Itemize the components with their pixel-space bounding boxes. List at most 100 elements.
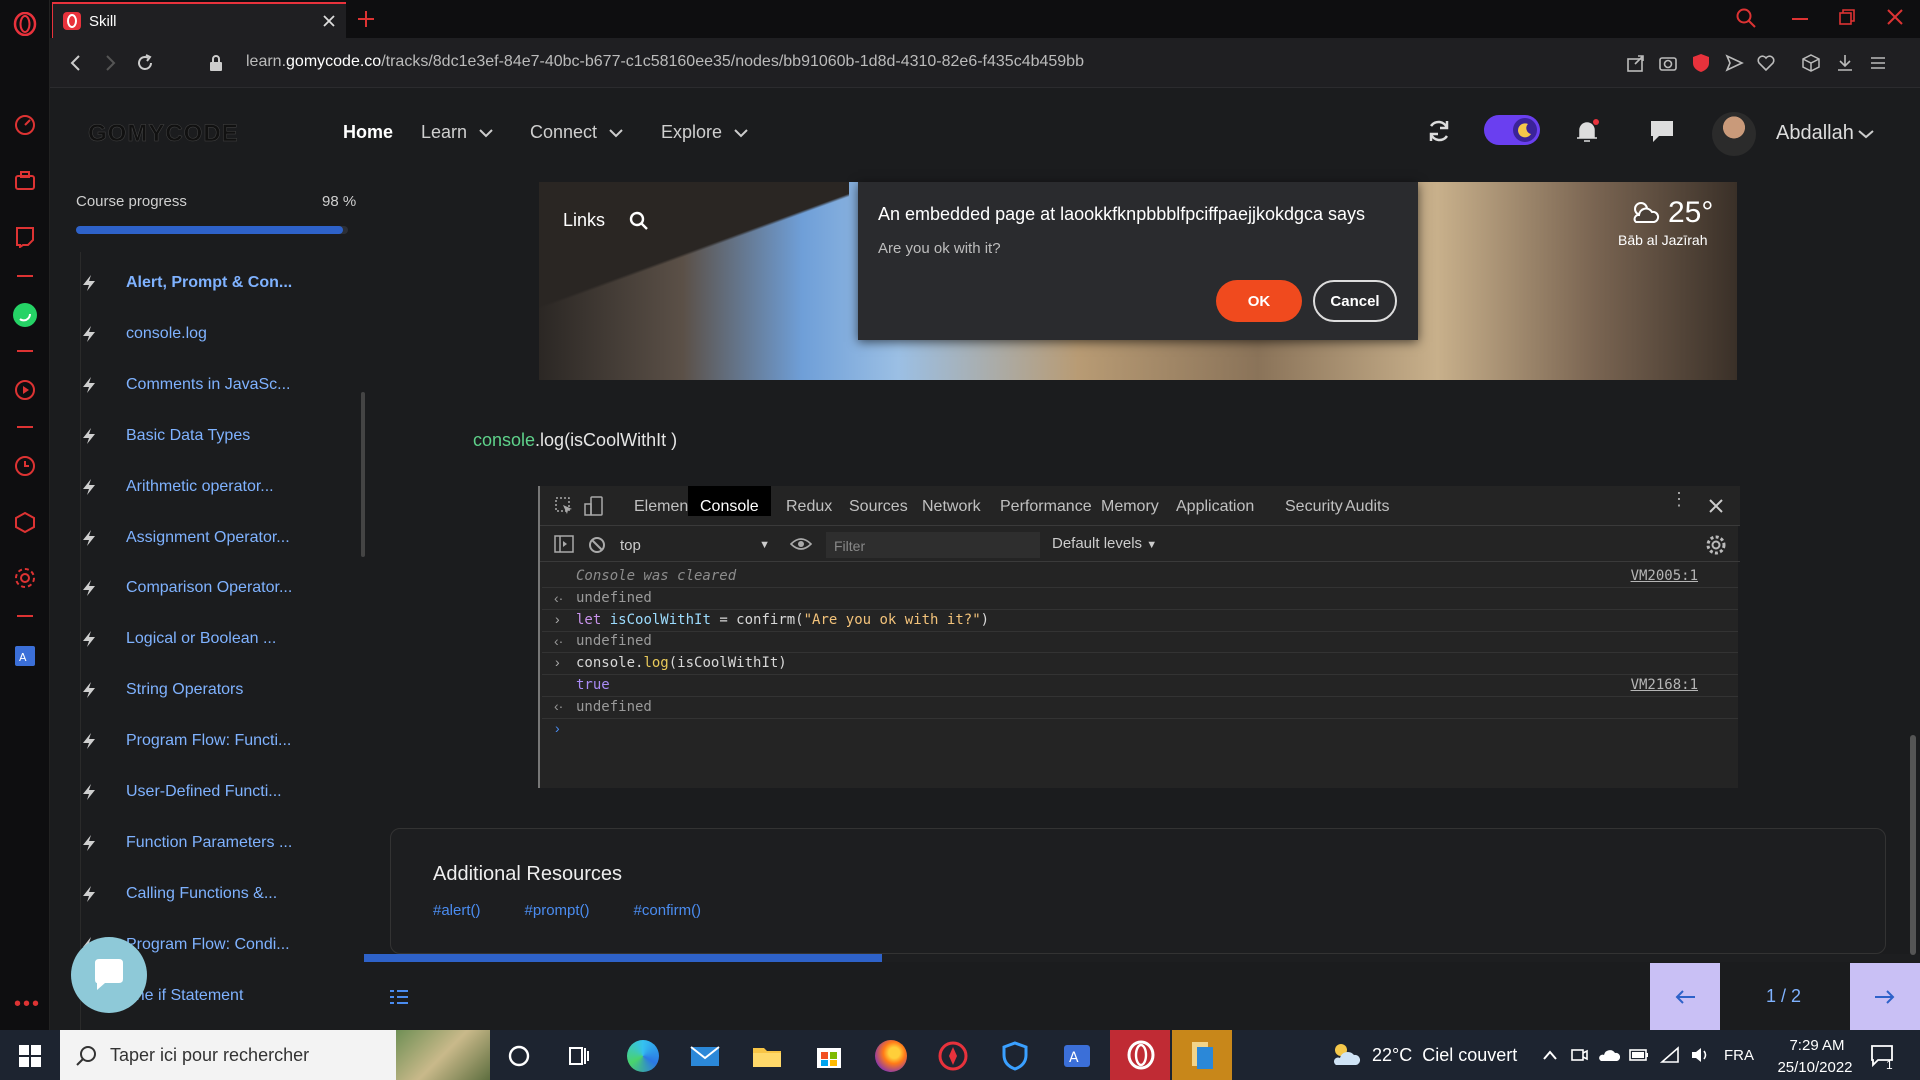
log-levels-select[interactable]: Default levels ▼ <box>1052 535 1157 552</box>
file-explorer-icon[interactable] <box>751 1040 783 1072</box>
taskbar-search-box[interactable]: Taper ici pour rechercher <box>60 1030 490 1080</box>
devtools-menu-icon[interactable]: ⋮ <box>1670 490 1688 508</box>
devtools-tab[interactable]: Network <box>922 498 981 516</box>
close-tab-icon[interactable] <box>322 14 336 28</box>
console-source-link[interactable]: VM2005:1 <box>1631 568 1698 584</box>
history-icon[interactable] <box>14 455 36 477</box>
clock-time[interactable]: 7:29 AM <box>1782 1037 1852 1054</box>
task-view-icon[interactable] <box>567 1044 591 1068</box>
resource-tag-link[interactable]: #alert() <box>433 902 481 919</box>
lesson-item[interactable]: Function Parameters ... <box>80 823 292 863</box>
lesson-item[interactable]: Program Flow: Functi... <box>80 721 291 761</box>
lesson-item[interactable]: Arithmetic operator... <box>80 467 274 507</box>
file-explorer-window-active[interactable] <box>1172 1030 1232 1080</box>
battery-icon[interactable] <box>1629 1047 1649 1063</box>
wifi-icon[interactable] <box>1660 1046 1680 1064</box>
taskbar-weather[interactable]: 22°C Ciel couvert <box>1372 1045 1517 1066</box>
lesson-item[interactable]: Alert, Prompt & Con... <box>80 263 292 303</box>
nav-home[interactable]: Home <box>343 122 393 143</box>
reload-icon[interactable] <box>134 52 156 74</box>
clear-console-icon[interactable] <box>588 536 606 554</box>
opera-taskbar-active[interactable] <box>1110 1030 1170 1080</box>
workspace-icon[interactable] <box>14 170 36 192</box>
dark-mode-toggle[interactable] <box>1484 115 1540 145</box>
mail-icon[interactable] <box>689 1040 721 1072</box>
more-icon[interactable]: ••• <box>14 993 41 1016</box>
nav-learn[interactable]: Learn <box>421 122 493 143</box>
lesson-item[interactable]: User-Defined Functi... <box>80 772 282 812</box>
search-tabs-icon[interactable] <box>1735 7 1757 29</box>
twitch-icon[interactable] <box>14 226 36 248</box>
devtools-close-icon[interactable] <box>1708 498 1724 514</box>
cancel-button[interactable]: Cancel <box>1313 280 1397 322</box>
meet-now-icon[interactable] <box>1570 1045 1588 1065</box>
page-scrollbar[interactable] <box>1910 735 1916 955</box>
cortana-icon[interactable] <box>507 1044 531 1068</box>
devtools-tab[interactable]: Console <box>688 486 771 516</box>
tab-skill[interactable]: Skill <box>52 2 346 38</box>
devtools-tab[interactable]: Performance <box>1000 498 1092 516</box>
lesson-item[interactable]: Comparison Operator... <box>80 568 292 608</box>
lesson-item[interactable]: Calling Functions &... <box>80 874 277 914</box>
avatar[interactable] <box>1712 112 1756 156</box>
microsoft-store-icon[interactable] <box>813 1040 845 1072</box>
devtools-tab[interactable]: Memory <box>1101 498 1159 516</box>
lock-icon[interactable] <box>208 53 224 73</box>
new-tab-plus-icon[interactable] <box>355 8 377 30</box>
clock-date[interactable]: 25/10/2022 <box>1770 1059 1860 1076</box>
antivirus-icon[interactable] <box>937 1040 969 1072</box>
lesson-item[interactable]: Assignment Operator... <box>80 518 290 558</box>
search-icon[interactable] <box>629 211 649 231</box>
download-icon[interactable] <box>1835 53 1855 73</box>
devtools-tab[interactable]: Application <box>1176 498 1254 516</box>
resource-tag-link[interactable]: #confirm() <box>634 902 702 919</box>
console-input-line[interactable]: let isCoolWithIt = confirm("Are you ok w… <box>576 612 989 628</box>
context-select[interactable]: top ▼ <box>620 534 770 556</box>
nav-connect[interactable]: Connect <box>530 122 623 143</box>
defender-shield-icon[interactable] <box>999 1040 1031 1072</box>
share-icon[interactable] <box>1626 53 1646 73</box>
nav-explore[interactable]: Explore <box>661 122 748 143</box>
back-icon[interactable] <box>66 53 86 73</box>
edge-icon[interactable] <box>627 1040 659 1072</box>
console-prompt-icon[interactable]: › <box>555 720 560 736</box>
easy-setup-icon[interactable] <box>1868 53 1888 73</box>
player-icon[interactable] <box>14 379 36 401</box>
lesson-item[interactable]: Logical or Boolean ... <box>80 619 276 659</box>
heart-icon[interactable] <box>1756 53 1776 73</box>
extensions-icon[interactable] <box>14 511 36 533</box>
live-expression-eye-icon[interactable] <box>790 536 812 552</box>
sync-icon[interactable] <box>1425 117 1453 145</box>
resource-tag-link[interactable]: #prompt() <box>525 902 590 919</box>
console-source-link[interactable]: VM2168:1 <box>1631 677 1698 693</box>
lesson-item[interactable]: console.log <box>80 314 207 354</box>
cube-icon[interactable] <box>1801 53 1821 73</box>
restore-icon[interactable] <box>1838 8 1856 26</box>
previous-page-button[interactable] <box>1650 963 1720 1030</box>
settings-gear-icon[interactable] <box>14 567 36 589</box>
device-toolbar-icon[interactable] <box>584 496 604 516</box>
url-field[interactable]: learn.gomycode.co/tracks/8dc1e3ef-84e7-4… <box>246 53 1084 71</box>
speed-dial-icon[interactable] <box>14 114 36 136</box>
outline-list-icon[interactable] <box>389 988 409 1006</box>
lesson-item[interactable]: Basic Data Types <box>80 416 250 456</box>
input-language[interactable]: FRA <box>1724 1047 1754 1064</box>
close-window-icon[interactable] <box>1886 8 1904 26</box>
minimize-icon[interactable] <box>1792 18 1808 20</box>
opera-logo-icon[interactable] <box>13 12 37 36</box>
translate-icon[interactable]: A <box>14 645 36 667</box>
devtools-tab[interactable]: Security <box>1285 498 1343 516</box>
ok-button[interactable]: OK <box>1216 280 1302 322</box>
whatsapp-icon[interactable] <box>12 302 38 328</box>
firefox-icon[interactable] <box>875 1040 907 1072</box>
gomycode-logo[interactable]: GOMYCODE <box>88 120 239 148</box>
bell-icon[interactable] <box>1572 116 1602 146</box>
camera-icon[interactable] <box>1658 53 1678 73</box>
send-icon[interactable] <box>1724 53 1744 73</box>
chat-icon[interactable] <box>1648 117 1676 145</box>
console-sidebar-icon[interactable] <box>554 535 574 553</box>
devtools-tab[interactable]: Audits <box>1345 498 1389 516</box>
lesson-item[interactable]: String Operators <box>80 670 243 710</box>
adblock-shield-icon[interactable] <box>1691 52 1711 74</box>
console-settings-gear-icon[interactable] <box>1705 534 1727 556</box>
